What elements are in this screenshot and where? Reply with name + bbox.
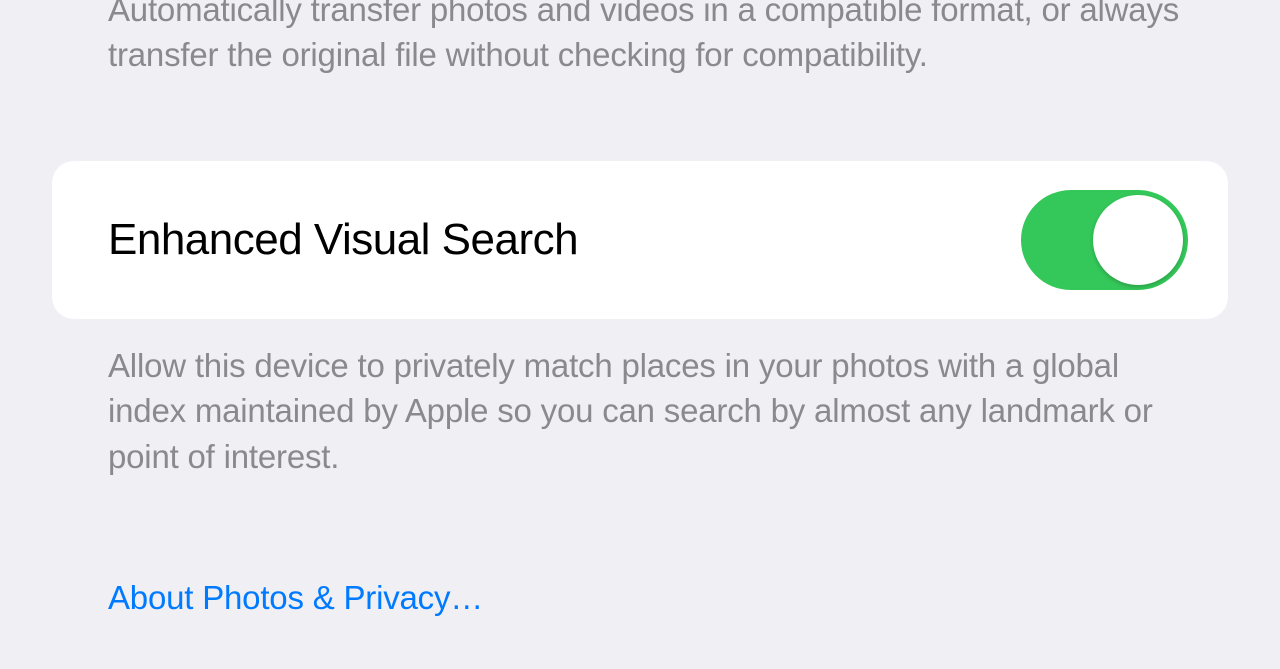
toggle-knob	[1093, 195, 1183, 285]
about-photos-privacy-link[interactable]: About Photos & Privacy…	[0, 579, 539, 617]
enhanced-visual-search-label: Enhanced Visual Search	[108, 215, 578, 265]
enhanced-visual-search-row[interactable]: Enhanced Visual Search	[52, 161, 1228, 319]
enhanced-visual-search-toggle[interactable]	[1021, 190, 1188, 290]
enhanced-visual-search-footer-text: Allow this device to privately match pla…	[0, 319, 1280, 479]
settings-pane: Automatically transfer photos and videos…	[0, 0, 1280, 617]
transfer-section-footer-text: Automatically transfer photos and videos…	[0, 0, 1280, 77]
